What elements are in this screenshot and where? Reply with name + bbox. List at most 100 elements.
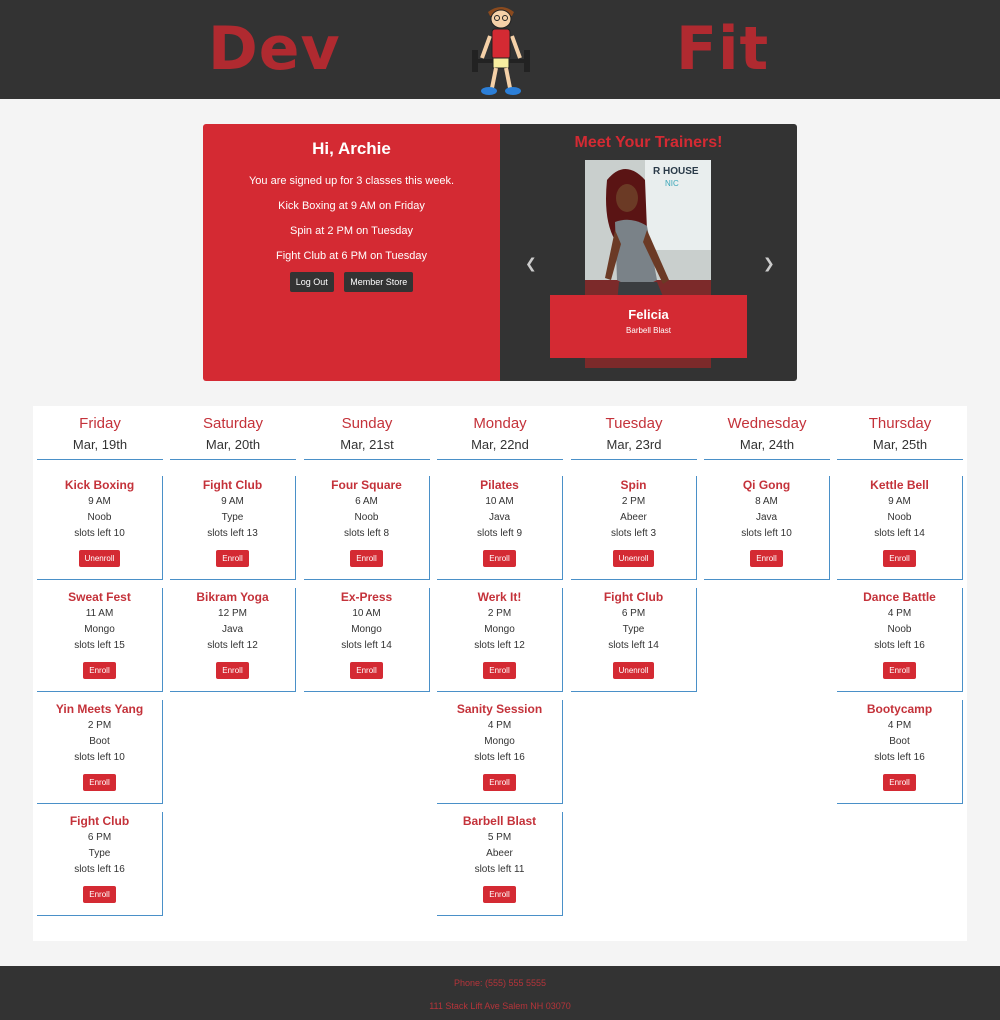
class-time: 6 PM	[621, 608, 646, 619]
class-name: Qi Gong	[742, 478, 791, 492]
class-type: Mongo	[351, 624, 382, 635]
class-name: Pilates	[480, 478, 519, 492]
welcome-panel: Hi, Archie You are signed up for 3 class…	[203, 124, 500, 381]
class-name: Sweat Fest	[68, 590, 131, 604]
enroll-button[interactable]: Enroll	[216, 550, 249, 567]
day-column: Saturday Mar, 20th Fight Club 9 AM Type slots…	[170, 406, 296, 692]
class-card: Bootycamp 4 PM Boot slots left 16 Enroll	[837, 700, 963, 804]
enroll-button[interactable]: Enroll	[750, 550, 783, 567]
class-time: 2 PM	[487, 608, 512, 619]
class-name: Dance Battle	[863, 590, 936, 604]
class-slots: slots left 16	[74, 864, 125, 875]
class-name: Fight Club	[202, 478, 263, 492]
class-type: Boot	[89, 736, 110, 747]
class-card: Sweat Fest 11 AM Mongo slots left 15 Enroll	[37, 588, 163, 692]
class-time: 6 AM	[355, 496, 378, 507]
class-card: Fight Club 6 PM Type slots left 16 Enroll	[37, 812, 163, 916]
day-column: Friday Mar, 19th Kick Boxing 9 AM Noob slots …	[37, 406, 163, 916]
class-type: Type	[88, 848, 111, 859]
class-time: 2 PM	[621, 496, 646, 507]
enroll-button[interactable]: Enroll	[350, 550, 383, 567]
enroll-button[interactable]: Enroll	[883, 774, 916, 791]
carousel-prev-icon[interactable]: ❮	[525, 255, 537, 272]
class-name: Barbell Blast	[462, 814, 537, 828]
class-card: Pilates 10 AM Java slots left 9 Enroll	[437, 476, 563, 580]
trainers-title: Meet Your Trainers!	[574, 134, 723, 151]
class-slots: slots left 10	[741, 528, 792, 539]
class-slots: slots left 3	[610, 528, 657, 539]
enroll-button[interactable]: Enroll	[483, 550, 516, 567]
class-slots: slots left 14	[874, 528, 925, 539]
day-column: Thursday Mar, 25th Kettle Bell 9 AM Noob slot…	[837, 406, 963, 804]
class-time: 4 PM	[887, 720, 912, 731]
class-type: Type	[622, 624, 645, 635]
class-name: Sanity Session	[456, 702, 543, 716]
class-type: Noob	[887, 624, 912, 635]
enroll-button[interactable]: Enroll	[883, 662, 916, 679]
class-time: 6 PM	[87, 832, 112, 843]
class-type: Noob	[887, 512, 912, 523]
class-card: Werk It! 2 PM Mongo slots left 12 Enroll	[437, 588, 563, 692]
class-name: Fight Club	[603, 590, 664, 604]
day-date: Mar, 22nd	[471, 437, 529, 452]
class-slots: slots left 16	[874, 640, 925, 651]
enroll-button[interactable]: Enroll	[83, 662, 116, 679]
carousel-next-icon[interactable]: ❯	[763, 255, 775, 272]
enroll-button[interactable]: Enroll	[483, 886, 516, 903]
site-footer: Phone: (555) 555 5555 111 Stack Lift Ave…	[0, 966, 1000, 1020]
enroll-button[interactable]: Enroll	[83, 774, 116, 791]
day-header: Saturday Mar, 20th	[170, 406, 296, 460]
unenroll-button[interactable]: Unenroll	[78, 550, 121, 567]
trainer-caption: Felicia Barbell Blast	[550, 295, 747, 358]
enroll-button[interactable]: Enroll	[350, 662, 383, 679]
class-card: Qi Gong 8 AM Java slots left 10 Enroll	[704, 476, 830, 580]
class-name: Spin	[620, 478, 647, 492]
day-header: Friday Mar, 19th	[37, 406, 163, 460]
class-slots: slots left 10	[74, 752, 125, 763]
class-time: 4 PM	[487, 720, 512, 731]
day-header: Sunday Mar, 21st	[304, 406, 430, 460]
class-type: Java	[221, 624, 244, 635]
day-date: Mar, 19th	[72, 437, 128, 452]
day-header: Thursday Mar, 25th	[837, 406, 963, 460]
enrolled-class: Fight Club at 6 PM on Tuesday	[275, 250, 428, 262]
day-header: Wednesday Mar, 24th	[704, 406, 830, 460]
class-type: Java	[488, 512, 511, 523]
class-card: Barbell Blast 5 PM Abeer slots left 11 Enrol…	[437, 812, 563, 916]
day-header: Monday Mar, 22nd	[437, 406, 563, 460]
member-store-button[interactable]: Member Store	[344, 272, 414, 292]
class-time: 5 PM	[487, 832, 512, 843]
day-name: Monday	[473, 415, 527, 432]
day-column: Wednesday Mar, 24th Qi Gong 8 AM Java slots l…	[704, 406, 830, 580]
class-type: Boot	[889, 736, 910, 747]
enroll-button[interactable]: Enroll	[883, 550, 916, 567]
unenroll-button[interactable]: Unenroll	[612, 662, 655, 679]
class-card: Kick Boxing 9 AM Noob slots left 10 Unenroll	[37, 476, 163, 580]
enroll-button[interactable]: Enroll	[216, 662, 249, 679]
photo-sign-text-2: NIC	[665, 179, 679, 188]
class-card: Four Square 6 AM Noob slots left 8 Enroll	[304, 476, 430, 580]
class-card: Ex-Press 10 AM Mongo slots left 14 Enroll	[304, 588, 430, 692]
class-card: Fight Club 6 PM Type slots left 14 Unenroll	[571, 588, 697, 692]
day-name: Wednesday	[727, 415, 807, 432]
class-slots: slots left 13	[207, 528, 258, 539]
unenroll-button[interactable]: Unenroll	[612, 550, 655, 567]
signup-summary: You are signed up for 3 classes this wee…	[248, 175, 455, 187]
day-date: Mar, 23rd	[606, 437, 662, 452]
logout-button[interactable]: Log Out	[289, 272, 334, 292]
day-name: Saturday	[202, 415, 264, 432]
class-card: Bikram Yoga 12 PM Java slots left 12 Enroll	[170, 588, 296, 692]
day-date: Mar, 25th	[872, 437, 928, 452]
class-time: 11 AM	[85, 608, 114, 619]
weightlifter-logo-icon	[472, 7, 530, 95]
class-name: Kick Boxing	[64, 478, 135, 492]
day-date: Mar, 24th	[739, 437, 795, 452]
day-date: Mar, 21st	[340, 437, 394, 452]
brand-fit: Fit	[676, 14, 770, 84]
enroll-button[interactable]: Enroll	[483, 662, 516, 679]
enroll-button[interactable]: Enroll	[483, 774, 516, 791]
photo-sign-text: R HOUSE	[653, 166, 699, 177]
class-name: Bikram Yoga	[196, 590, 269, 604]
class-time: 9 AM	[221, 496, 244, 507]
enroll-button[interactable]: Enroll	[83, 886, 116, 903]
